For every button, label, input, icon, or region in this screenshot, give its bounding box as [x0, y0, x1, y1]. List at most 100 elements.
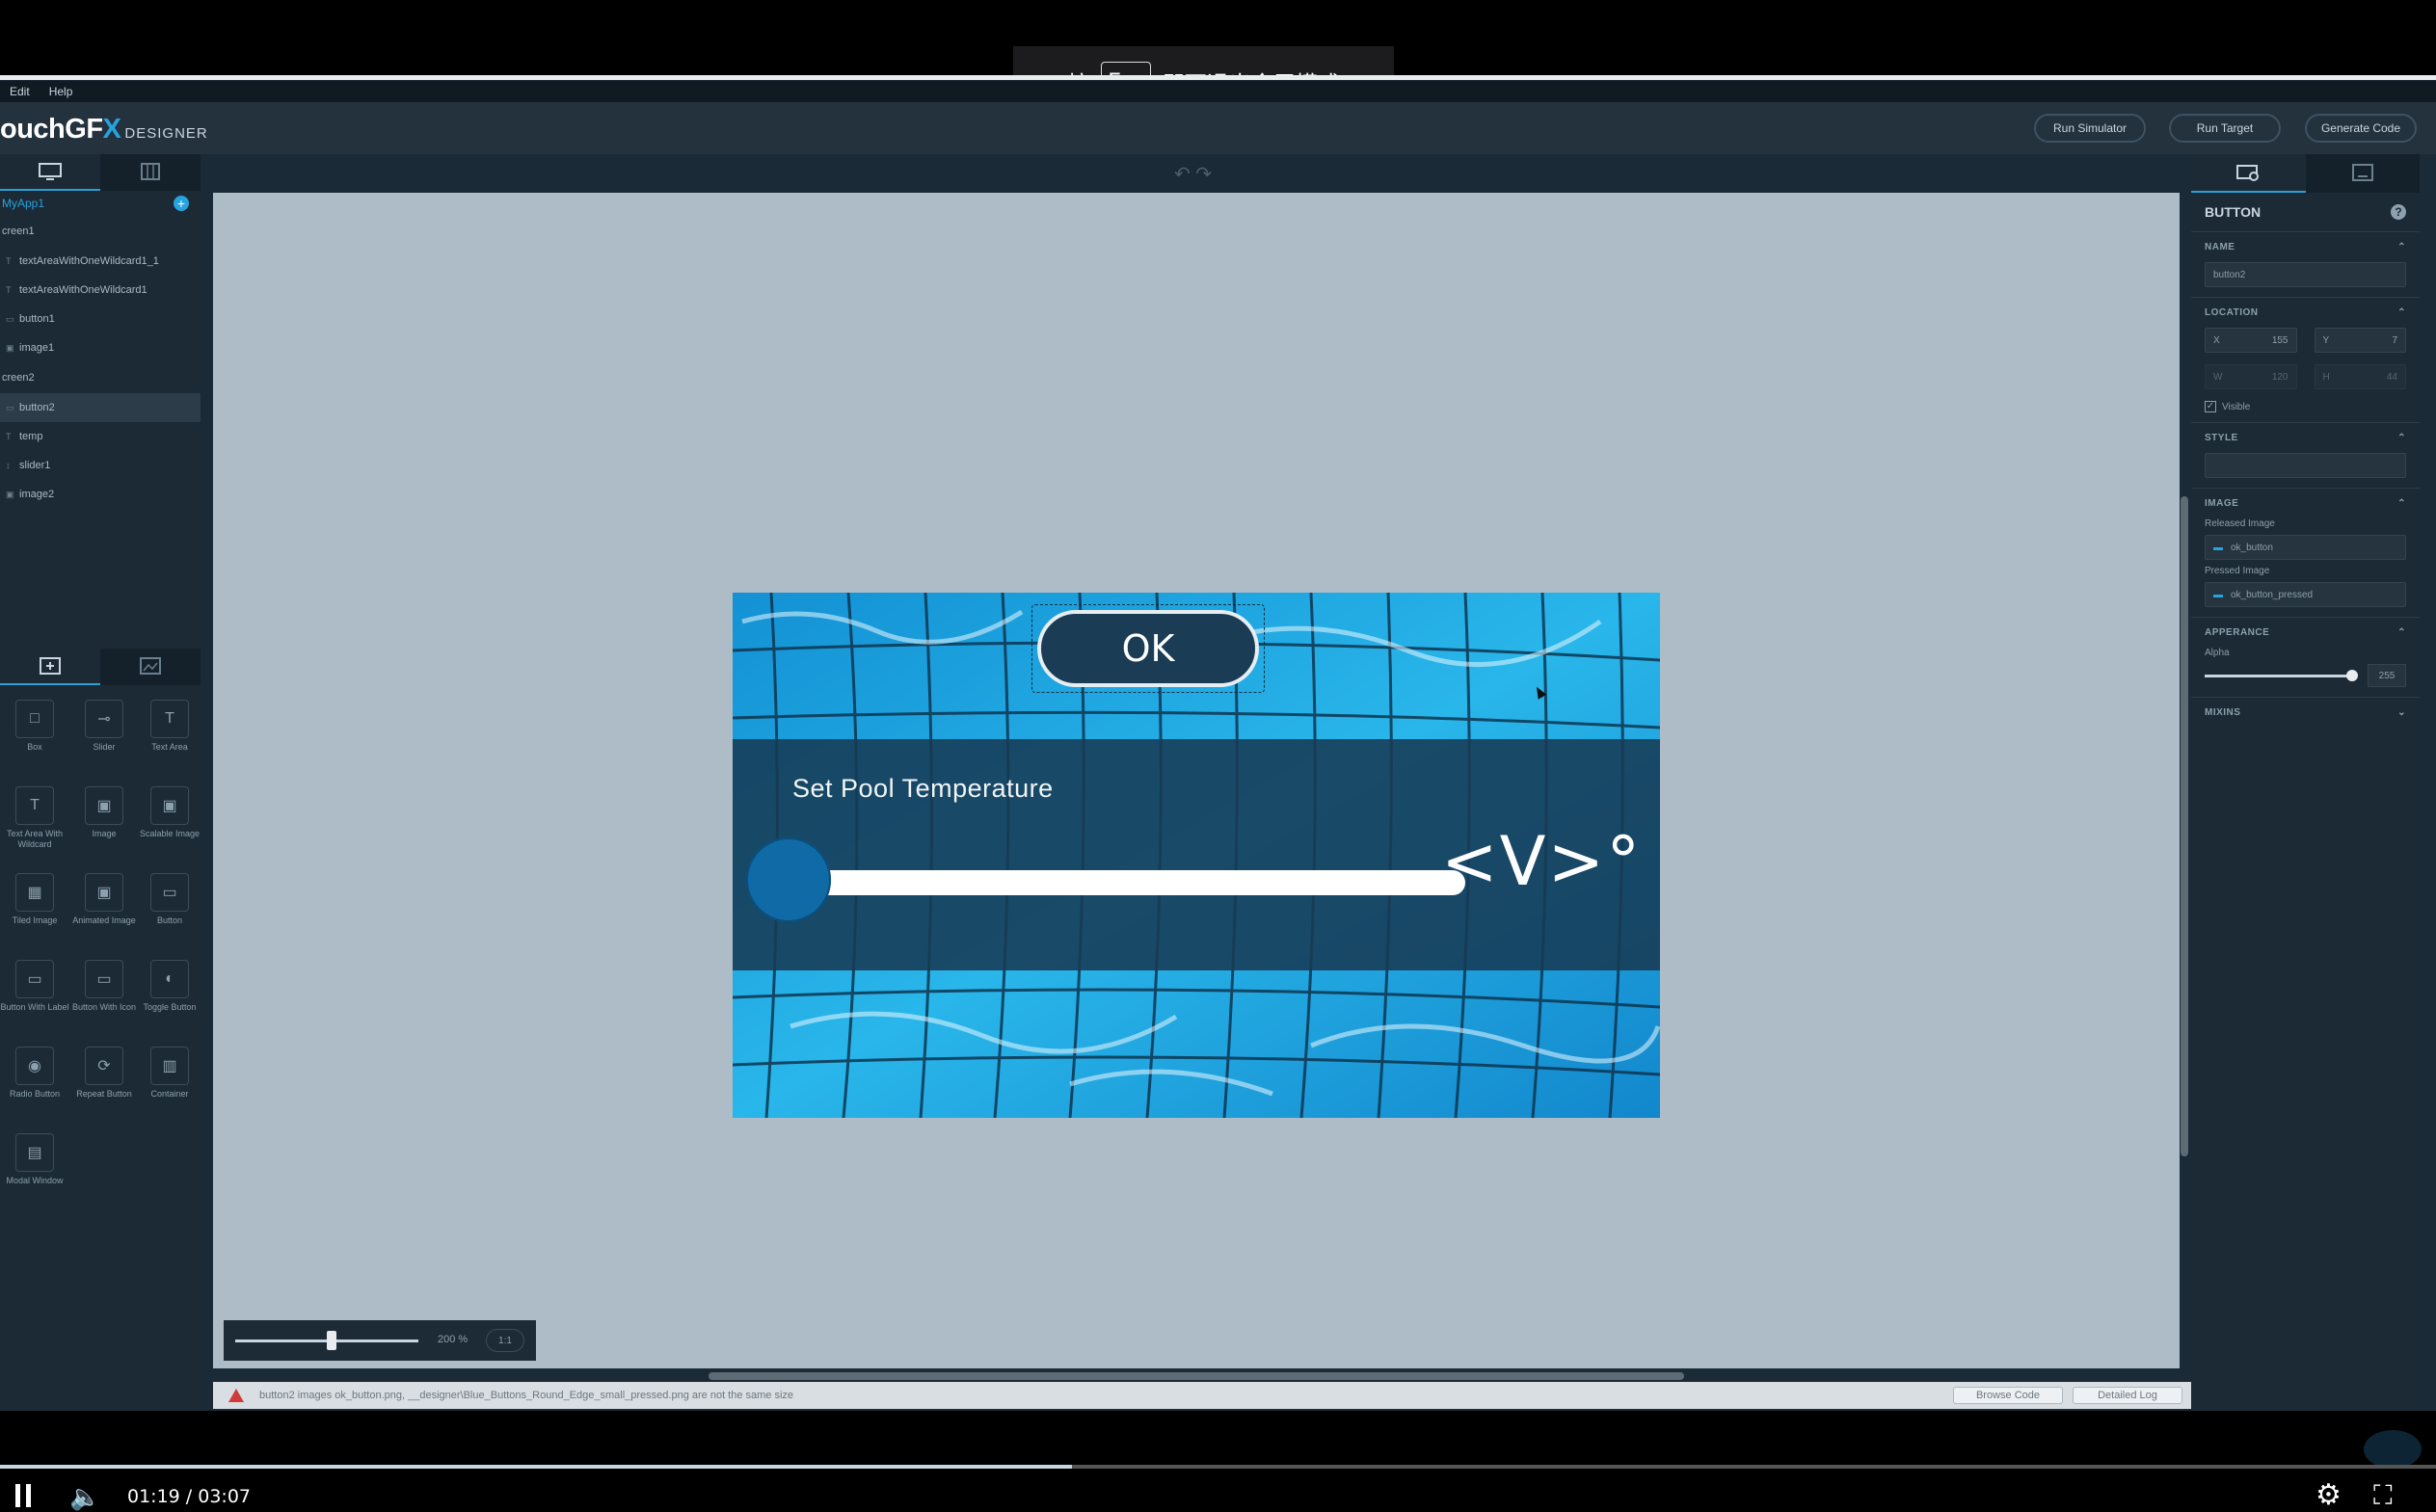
tree-item-label: button1 — [19, 313, 55, 325]
grid-icon — [141, 163, 160, 180]
tree-item[interactable]: ▣ image2 — [0, 480, 201, 509]
tree-item[interactable]: ↕ slider1 — [0, 451, 201, 480]
widget-repeat-button[interactable]: ⟳ Repeat Button — [69, 1047, 139, 1120]
temperature-slider-knob[interactable] — [746, 837, 831, 922]
appearance-section: APPERANCE ⌃ Alpha 255 — [2191, 617, 2420, 697]
tab-images[interactable] — [100, 649, 201, 685]
zoom-slider-thumb[interactable] — [327, 1331, 336, 1350]
released-image-value: ok_button — [2231, 542, 2273, 553]
toggle-button-icon: ◐ — [150, 960, 189, 998]
alpha-slider-knob[interactable] — [2346, 669, 2358, 681]
device-preview[interactable]: Set Pool Temperature <V>° OK — [733, 593, 1660, 1118]
watermark-logo — [2364, 1430, 2422, 1469]
pause-icon[interactable] — [15, 1484, 31, 1507]
tab-screen-properties[interactable] — [2306, 154, 2421, 193]
redo-icon[interactable]: ↷ — [1195, 164, 1212, 185]
chevron-up-icon: ⌃ — [2397, 242, 2406, 252]
widget-box[interactable]: □ Box — [0, 700, 69, 773]
h-label: H — [2322, 371, 2330, 383]
temperature-panel: Set Pool Temperature <V>° — [733, 739, 1660, 970]
widget-label: Toggle Button — [143, 1002, 197, 1012]
menu-edit[interactable]: Edit — [10, 85, 30, 98]
settings-gear-icon[interactable]: ⚙ — [2316, 1478, 2342, 1512]
tree-item[interactable]: TtextAreaWithOneWildcard1 — [0, 276, 201, 305]
tree-item[interactable]: Ttemp — [0, 422, 201, 451]
tree-screen1[interactable]: creen1 — [0, 216, 201, 247]
height-input: H 44 — [2314, 364, 2406, 389]
widget-label: Button With Icon — [71, 1002, 137, 1012]
tab-screens[interactable] — [0, 154, 100, 191]
widget-scalable-image[interactable]: ▣ Scalable Image — [139, 786, 201, 860]
add-screen-icon[interactable]: + — [174, 196, 189, 211]
box-icon: □ — [15, 700, 54, 738]
tab-layout[interactable] — [100, 154, 201, 191]
widget-button[interactable]: ▭ Button — [139, 873, 201, 946]
chevron-up-icon: ⌃ — [2397, 627, 2406, 638]
help-icon[interactable]: ? — [2391, 204, 2406, 220]
browse-code-button[interactable]: Browse Code — [1953, 1387, 2063, 1404]
widget-text-area[interactable]: T Text Area — [139, 700, 201, 773]
text-icon: T — [6, 256, 12, 266]
section-header[interactable]: LOCATION ⌃ — [2205, 307, 2406, 318]
widget-slider[interactable]: ⊸ Slider — [69, 700, 139, 773]
style-section: STYLE ⌃ — [2191, 422, 2420, 488]
style-select[interactable] — [2205, 453, 2406, 478]
section-header[interactable]: NAME ⌃ — [2205, 242, 2406, 252]
widget-modal-window[interactable]: ▤ Modal Window — [0, 1133, 69, 1207]
widget-text-wildcard[interactable]: T Text Area With Wildcard — [0, 786, 69, 860]
tree-item-label: slider1 — [19, 460, 51, 471]
y-input[interactable]: Y7 — [2314, 328, 2406, 353]
text-icon: T — [6, 285, 12, 295]
section-header[interactable]: STYLE ⌃ — [2205, 433, 2406, 443]
undo-icon[interactable]: ↶ — [1174, 164, 1191, 185]
volume-icon[interactable]: 🔈 — [69, 1482, 100, 1512]
visible-checkbox[interactable]: ✓ Visible — [2205, 401, 2406, 412]
generate-code-button[interactable]: Generate Code — [2305, 114, 2417, 143]
tree-item-selected[interactable]: ▭ button2 — [0, 393, 201, 422]
tab-properties[interactable] — [2191, 154, 2306, 193]
released-image-select[interactable]: ▬ ok_button — [2205, 535, 2406, 560]
temperature-slider-track[interactable] — [810, 870, 1465, 895]
horizontal-scrollbar[interactable] — [709, 1372, 1684, 1380]
detailed-log-button[interactable]: Detailed Log — [2073, 1387, 2182, 1404]
tree-item[interactable]: TtextAreaWithOneWildcard1_1 — [0, 247, 201, 276]
widget-radio-button[interactable]: ◉ Radio Button — [0, 1047, 69, 1120]
section-header[interactable]: MIXINS ⌄ — [2205, 707, 2406, 718]
video-time: 01:19 / 03:07 — [127, 1486, 251, 1507]
section-header[interactable]: IMAGE ⌃ — [2205, 498, 2406, 509]
x-input[interactable]: X 155 — [2205, 328, 2297, 353]
name-input[interactable]: button2 — [2205, 262, 2406, 287]
widget-button-label[interactable]: ▭ Button With Label — [0, 960, 69, 1033]
thumbnail-icon: ▬ — [2213, 589, 2223, 600]
right-tabs — [2191, 154, 2420, 193]
tiled-image-icon: ▦ — [15, 873, 54, 912]
pressed-image-select[interactable]: ▬ ok_button_pressed — [2205, 582, 2406, 607]
vertical-scrollbar[interactable] — [2181, 496, 2188, 1156]
tree-item[interactable]: ▭ button1 — [0, 305, 201, 333]
widget-tiled-image[interactable]: ▦ Tiled Image — [0, 873, 69, 946]
alpha-slider[interactable] — [2205, 669, 2358, 681]
widget-container[interactable]: ▥ Container — [139, 1047, 201, 1120]
tree-screen2[interactable]: creen2 — [0, 362, 201, 393]
menu-help[interactable]: Help — [49, 85, 73, 98]
zoom-value: 200 % — [438, 1334, 468, 1345]
actual-size-button[interactable]: 1:1 — [486, 1329, 524, 1352]
y-label: Y — [2322, 334, 2330, 346]
widget-image[interactable]: ▣ Image — [69, 786, 139, 860]
text-area-icon: T — [150, 700, 189, 738]
tree-item[interactable]: ▣ image1 — [0, 333, 201, 362]
project-row[interactable]: MyApp1 + — [0, 191, 201, 216]
run-target-button[interactable]: Run Target — [2169, 114, 2281, 143]
temperature-readout: <V>° — [1441, 822, 1643, 901]
video-progress-bar[interactable] — [0, 1465, 2436, 1469]
status-message: button2 images ok_button.png, __designer… — [259, 1390, 794, 1401]
widget-toggle-button[interactable]: ◐ Toggle Button — [139, 960, 201, 1033]
widget-button-icon[interactable]: ▭ Button With Icon — [69, 960, 139, 1033]
section-title: NAME — [2205, 242, 2235, 252]
section-header[interactable]: APPERANCE ⌃ — [2205, 627, 2406, 638]
run-simulator-button[interactable]: Run Simulator — [2034, 114, 2146, 143]
fullscreen-icon[interactable]: ⛶ — [2373, 1480, 2393, 1512]
tab-widgets[interactable] — [0, 649, 100, 685]
alpha-input[interactable]: 255 — [2368, 664, 2406, 687]
widget-animated-image[interactable]: ▣ Animated Image — [69, 873, 139, 946]
